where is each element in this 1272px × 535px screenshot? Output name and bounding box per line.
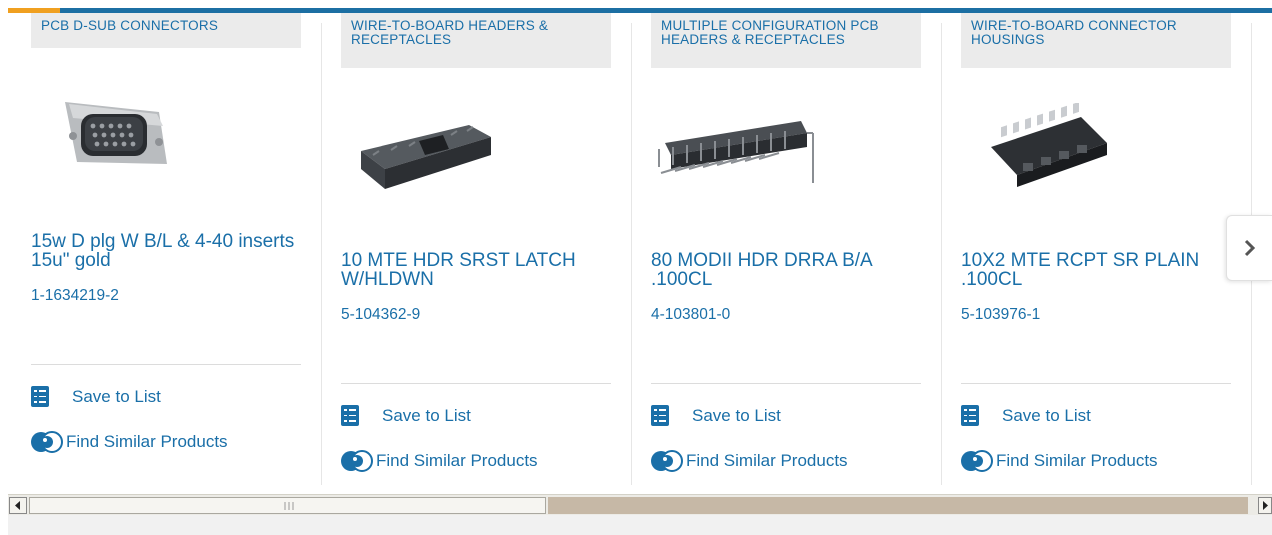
- wire-to-board-header-image[interactable]: [341, 100, 511, 196]
- card-separator: [941, 23, 942, 485]
- save-to-list-button[interactable]: Save to List: [651, 405, 781, 426]
- find-similar-icon: [341, 449, 373, 473]
- page-footer-strip: [8, 515, 1272, 535]
- carousel-next-button[interactable]: [1226, 215, 1272, 281]
- save-to-list-label: Save to List: [72, 386, 161, 406]
- chevron-right-icon: [1244, 239, 1255, 257]
- find-similar-button[interactable]: Find Similar Products: [961, 449, 1158, 473]
- card-divider: [341, 383, 611, 384]
- product-card: WIRE-TO-BOARD HEADERS & RECEPTACLES 10 M…: [321, 13, 611, 488]
- save-list-icon: [31, 386, 49, 407]
- part-number[interactable]: 5-103976-1: [961, 306, 1040, 324]
- find-similar-icon: [651, 449, 683, 473]
- save-to-list-label: Save to List: [1002, 405, 1091, 425]
- d-sub-connector-image[interactable]: [27, 81, 197, 177]
- find-similar-button[interactable]: Find Similar Products: [31, 430, 228, 454]
- card-separator: [631, 23, 632, 485]
- card-divider: [961, 383, 1231, 384]
- arrow-left-icon: [15, 501, 20, 510]
- part-number[interactable]: 4-103801-0: [651, 306, 730, 324]
- save-to-list-button[interactable]: Save to List: [341, 405, 471, 426]
- product-category[interactable]: MULTIPLE CONFIGURATION PCB HEADERS & REC…: [651, 13, 921, 68]
- save-to-list-button[interactable]: Save to List: [961, 405, 1091, 426]
- save-to-list-label: Save to List: [692, 405, 781, 425]
- grip-icon: [284, 502, 294, 510]
- arrow-right-icon: [1263, 501, 1268, 510]
- product-card: WIRE-TO-BOARD CONNECTOR HOUSINGS 10X2 MT…: [941, 13, 1231, 488]
- card-divider: [651, 383, 921, 384]
- scroll-right-button[interactable]: [1258, 497, 1272, 514]
- scroll-left-button[interactable]: [9, 497, 27, 514]
- save-list-icon: [961, 405, 979, 426]
- product-card: PCB D-SUB CONNECTORS 15w D plg W B/L & 4…: [11, 13, 301, 488]
- product-title[interactable]: 80 MODII HDR DRRA B/A .100CL: [651, 251, 921, 289]
- save-to-list-label: Save to List: [382, 405, 471, 425]
- scrollbar-thumb[interactable]: [29, 497, 546, 514]
- product-title[interactable]: 15w D plg W B/L & 4-40 inserts 15u" gold: [31, 232, 301, 270]
- find-similar-label: Find Similar Products: [686, 451, 848, 470]
- find-similar-button[interactable]: Find Similar Products: [341, 449, 538, 473]
- find-similar-label: Find Similar Products: [996, 451, 1158, 470]
- pcb-header-image[interactable]: [651, 100, 821, 196]
- connector-housing-image[interactable]: [961, 100, 1131, 196]
- find-similar-icon: [31, 430, 63, 454]
- save-to-list-button[interactable]: Save to List: [31, 386, 161, 407]
- find-similar-icon: [961, 449, 993, 473]
- horizontal-scrollbar[interactable]: [8, 494, 1272, 515]
- product-card: MULTIPLE CONFIGURATION PCB HEADERS & REC…: [631, 13, 921, 488]
- product-title[interactable]: 10X2 MTE RCPT SR PLAIN .100CL: [961, 251, 1231, 289]
- card-divider: [31, 364, 301, 365]
- part-number[interactable]: 5-104362-9: [341, 306, 420, 324]
- find-similar-label: Find Similar Products: [376, 451, 538, 470]
- save-list-icon: [651, 405, 669, 426]
- card-separator: [321, 23, 322, 485]
- find-similar-label: Find Similar Products: [66, 432, 228, 451]
- find-similar-button[interactable]: Find Similar Products: [651, 449, 848, 473]
- product-carousel: PCB D-SUB CONNECTORS 15w D plg W B/L & 4…: [0, 13, 1272, 493]
- product-category[interactable]: PCB D-SUB CONNECTORS: [31, 13, 301, 48]
- product-category[interactable]: WIRE-TO-BOARD CONNECTOR HOUSINGS: [961, 13, 1231, 68]
- product-title[interactable]: 10 MTE HDR SRST LATCH W/HLDWN: [341, 251, 611, 289]
- scrollbar-track[interactable]: [548, 497, 1248, 514]
- product-category[interactable]: WIRE-TO-BOARD HEADERS & RECEPTACLES: [341, 13, 611, 68]
- save-list-icon: [341, 405, 359, 426]
- part-number[interactable]: 1-1634219-2: [31, 287, 119, 305]
